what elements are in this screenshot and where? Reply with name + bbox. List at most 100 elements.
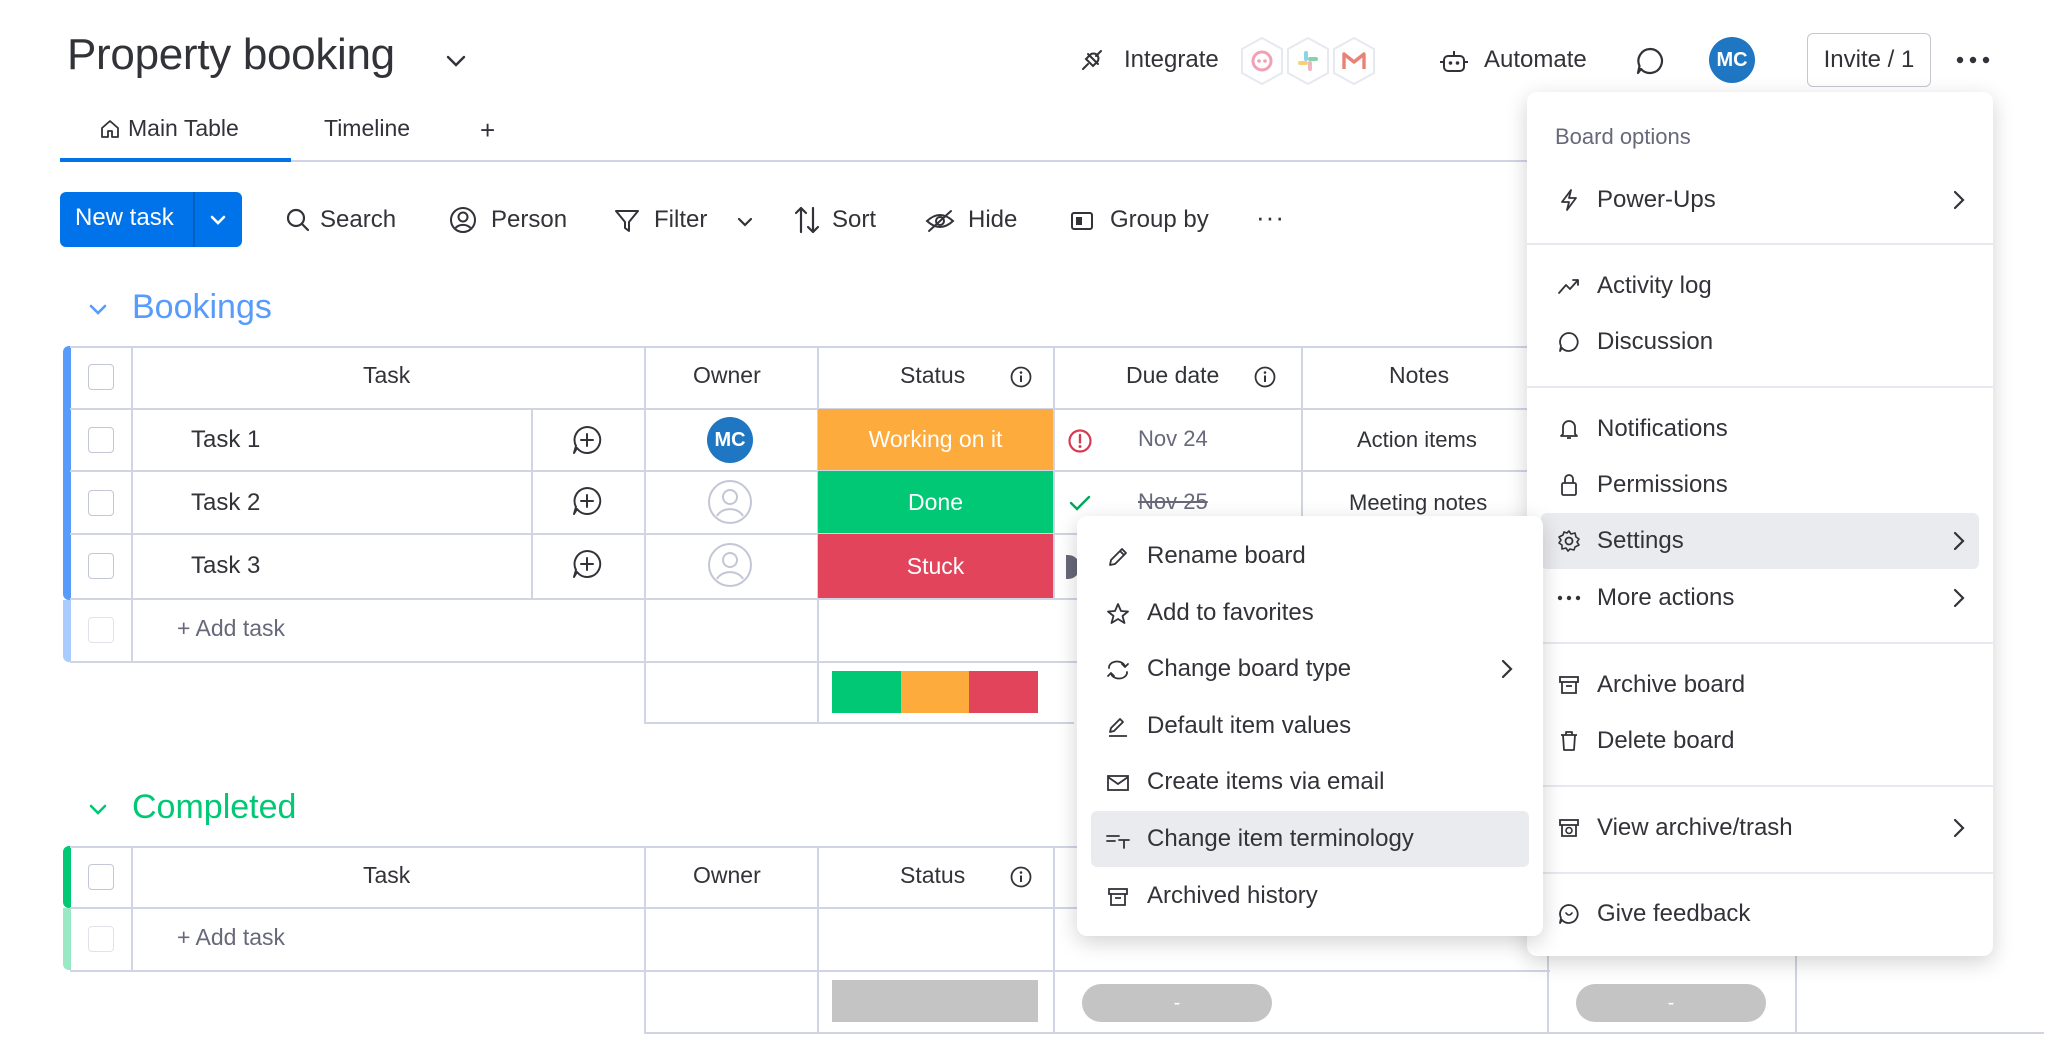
due-date[interactable]: Nov 24 <box>1138 426 1208 452</box>
group-title-bookings[interactable]: Bookings <box>132 288 272 327</box>
menu-item-power-ups[interactable]: Power-Ups <box>1527 172 1993 228</box>
owner-avatar[interactable]: MC <box>707 417 753 463</box>
menu-item-create-items-via-email[interactable]: Create items via email <box>1077 754 1543 810</box>
add-task-button[interactable]: + Add task <box>177 615 285 642</box>
chevron-down-icon[interactable] <box>443 48 469 74</box>
status-cell[interactable]: Working on it <box>818 409 1053 470</box>
table-border <box>70 470 1550 472</box>
select-all-checkbox[interactable] <box>88 364 114 390</box>
menu-divider <box>1527 785 1993 787</box>
chevron-right-icon <box>1947 529 1971 553</box>
menu-item-permissions[interactable]: Permissions <box>1527 457 1993 513</box>
tab-timeline[interactable]: Timeline <box>324 115 410 142</box>
page-title: Property booking <box>67 30 395 79</box>
menu-item-activity-log[interactable]: Activity log <box>1527 258 1993 314</box>
task-name[interactable]: Task 2 <box>191 489 260 517</box>
add-update-icon[interactable] <box>570 547 604 581</box>
info-icon[interactable] <box>1008 864 1034 890</box>
summary-pill[interactable]: - <box>1082 984 1272 1022</box>
menu-item-label: Archive board <box>1597 671 1746 698</box>
more-dots-icon <box>1557 586 1581 610</box>
chevron-right-icon <box>1947 188 1971 212</box>
task-name[interactable]: Task 3 <box>191 552 260 580</box>
column-header-task[interactable]: Task <box>363 862 410 889</box>
status-cell[interactable]: Done <box>818 471 1053 533</box>
sort-button[interactable]: Sort <box>792 202 902 238</box>
group-by-button[interactable]: Group by <box>1068 204 1228 238</box>
search-button[interactable]: Search <box>284 204 414 238</box>
person-filter-button[interactable]: Person <box>449 204 589 238</box>
table-border <box>531 408 533 599</box>
chevron-down-icon[interactable] <box>84 296 112 324</box>
empty-owner-icon[interactable] <box>707 542 753 588</box>
column-header-owner[interactable]: Owner <box>693 862 761 889</box>
menu-item-change-board-type[interactable]: Change board type <box>1077 641 1543 697</box>
menu-item-view-archive-trash[interactable]: View archive/trash <box>1527 800 1993 856</box>
column-header-task[interactable]: Task <box>363 362 410 389</box>
add-update-icon[interactable] <box>570 484 604 518</box>
menu-item-settings[interactable]: Settings <box>1541 513 1979 569</box>
summary-pill[interactable]: - <box>1576 984 1766 1022</box>
info-icon[interactable] <box>1008 364 1034 390</box>
chevron-down-icon[interactable] <box>734 212 756 232</box>
new-task-separator <box>193 192 195 247</box>
info-icon[interactable] <box>1252 364 1278 390</box>
person-icon <box>449 206 477 234</box>
column-header-due-date[interactable]: Due date <box>1126 362 1219 389</box>
menu-item-label: Settings <box>1597 527 1684 554</box>
board-options-menu: Board options Power-Ups Activity log Dis… <box>1527 92 1993 956</box>
column-header-notes[interactable]: Notes <box>1389 362 1449 389</box>
new-task-label: New task <box>75 204 174 231</box>
archive-icon <box>1105 884 1131 910</box>
automate-button[interactable]: Automate <box>1438 38 1598 84</box>
column-header-owner[interactable]: Owner <box>693 362 761 389</box>
filter-button[interactable]: Filter <box>612 204 762 238</box>
row-checkbox[interactable] <box>88 490 114 516</box>
empty-owner-icon[interactable] <box>707 479 753 525</box>
integrate-button[interactable]: Integrate <box>1076 36 1386 86</box>
menu-item-archive-board[interactable]: Archive board <box>1527 657 1993 713</box>
row-checkbox[interactable] <box>88 553 114 579</box>
due-date[interactable]: Nov 25 <box>1138 489 1208 515</box>
column-header-status[interactable]: Status <box>900 862 965 889</box>
menu-item-more-actions[interactable]: More actions <box>1527 570 1993 626</box>
add-task-button[interactable]: + Add task <box>177 924 285 951</box>
tab-main-table[interactable]: Main Table <box>98 112 268 146</box>
notes-cell[interactable]: Meeting notes <box>1349 490 1487 516</box>
status-summary-empty[interactable] <box>832 980 1038 1022</box>
menu-item-discussion[interactable]: Discussion <box>1527 314 1993 370</box>
active-tab-indicator <box>60 158 291 162</box>
chat-bubble-icon[interactable] <box>1633 44 1667 78</box>
group-title-completed[interactable]: Completed <box>132 788 296 827</box>
status-summary-segment <box>832 671 901 713</box>
status-summary-bar[interactable] <box>832 671 1039 713</box>
select-all-checkbox[interactable] <box>88 864 114 890</box>
hide-button[interactable]: Hide <box>924 204 1044 238</box>
avatar[interactable]: MC <box>1709 37 1755 83</box>
menu-item-default-item-values[interactable]: Default item values <box>1077 698 1543 754</box>
invite-button[interactable]: Invite / 1 <box>1807 33 1931 87</box>
menu-item-archived-history[interactable]: Archived history <box>1077 868 1543 924</box>
check-icon <box>1066 490 1094 516</box>
menu-item-notifications[interactable]: Notifications <box>1527 401 1993 457</box>
chevron-down-icon[interactable] <box>206 210 230 230</box>
menu-item-change-item-terminology[interactable]: Change item terminology <box>1091 811 1529 867</box>
menu-item-add-to-favorites[interactable]: Add to favorites <box>1077 585 1543 641</box>
column-header-status[interactable]: Status <box>900 362 965 389</box>
chat-bubble-icon <box>1557 330 1581 354</box>
row-checkbox[interactable] <box>88 427 114 453</box>
envelope-icon <box>1105 770 1131 796</box>
menu-item-give-feedback[interactable]: Give feedback <box>1527 886 1993 942</box>
new-task-button[interactable]: New task <box>60 192 242 247</box>
task-name[interactable]: Task 1 <box>191 426 260 454</box>
menu-item-delete-board[interactable]: Delete board <box>1527 713 1993 769</box>
toolbar-more-button[interactable]: ··· <box>1256 202 1285 233</box>
menu-item-rename-board[interactable]: Rename board <box>1077 528 1543 584</box>
menu-item-label: Power-Ups <box>1597 186 1716 213</box>
more-options-icon[interactable] <box>1954 44 1992 76</box>
chevron-down-icon[interactable] <box>84 796 112 824</box>
status-cell[interactable]: Stuck <box>818 534 1053 598</box>
notes-cell[interactable]: Action items <box>1357 427 1477 453</box>
add-tab-button[interactable]: + <box>480 115 495 146</box>
add-update-icon[interactable] <box>570 423 604 457</box>
